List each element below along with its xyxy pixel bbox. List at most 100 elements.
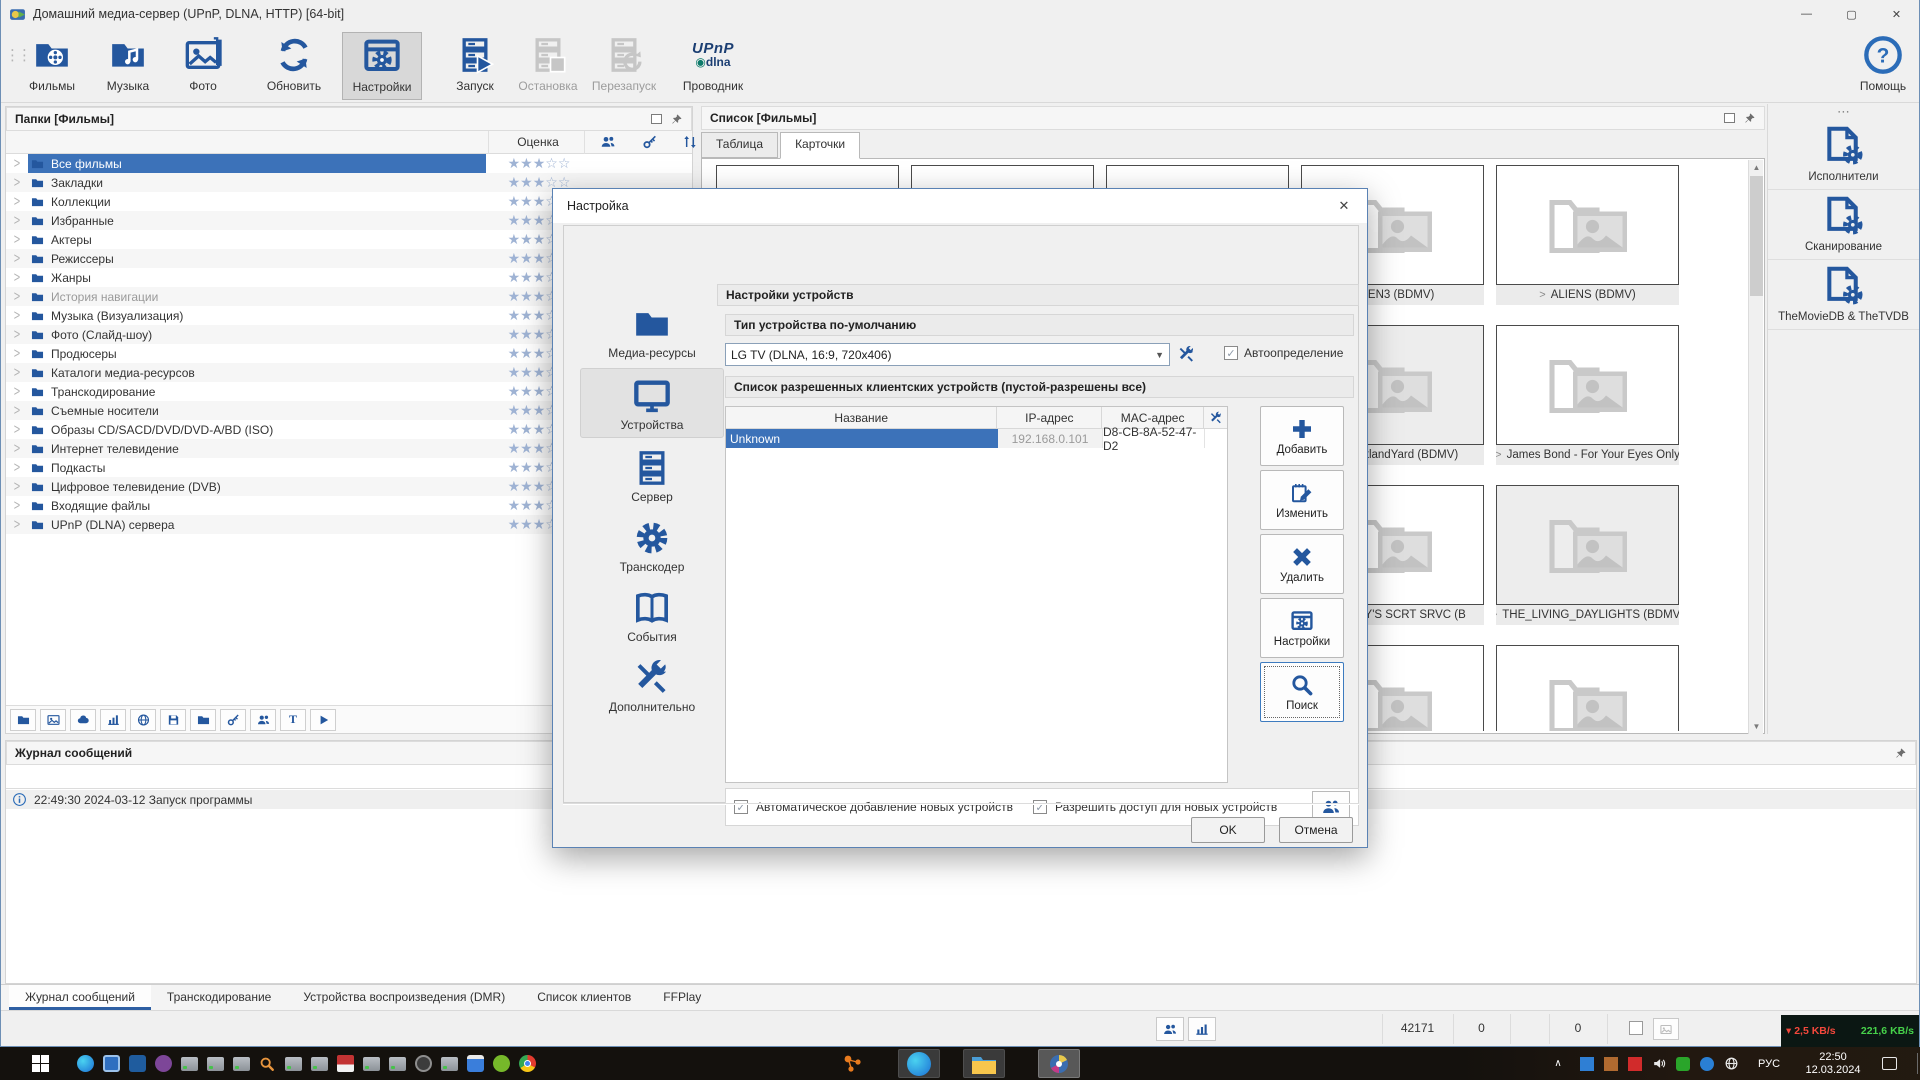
expand-chevron-icon[interactable]: >	[6, 308, 28, 324]
taskbar-hxd-icon[interactable]	[332, 1047, 358, 1080]
autodetect-checkbox-row[interactable]: ✓ Автоопределение	[1224, 346, 1343, 360]
column-tools-icon[interactable]	[1204, 407, 1227, 428]
expand-chevron-icon[interactable]: >	[6, 346, 28, 362]
clients-button[interactable]	[250, 709, 276, 731]
image-button[interactable]	[40, 709, 66, 731]
column-name[interactable]: Название	[726, 407, 997, 428]
rail-item-moviedb[interactable]: TheMovieDB & TheTVDB	[1768, 260, 1919, 330]
key-filter-icon[interactable]	[642, 134, 658, 150]
minimize-button[interactable]: —	[1784, 0, 1829, 28]
movie-card[interactable]: >	[1496, 645, 1679, 731]
rating-column-header[interactable]: Оценка	[498, 135, 578, 149]
toolbar-photo-button[interactable]: Фото	[163, 32, 243, 100]
scroll-up-icon[interactable]: ▲	[1749, 160, 1764, 175]
toolbar-help-button[interactable]: ? Помощь	[1843, 32, 1920, 100]
taskbar-drive-icon[interactable]	[384, 1047, 410, 1080]
taskbar-drive-icon[interactable]	[306, 1047, 332, 1080]
tab-cards[interactable]: Карточки	[780, 132, 860, 159]
pin-icon[interactable]	[1894, 747, 1907, 760]
taskbar-edge-icon[interactable]	[72, 1047, 98, 1080]
taskbar-monitor-icon[interactable]	[98, 1047, 124, 1080]
expand-chevron-icon[interactable]: >	[6, 384, 28, 400]
notification-center-icon[interactable]	[1876, 1047, 1902, 1080]
taskbar-drive-icon[interactable]	[176, 1047, 202, 1080]
bottom-tab[interactable]: Журнал сообщений	[9, 985, 151, 1010]
toolbar-explorer-button[interactable]: UPnP ◉dlna Проводник	[673, 32, 753, 100]
taskbar-chrome-icon[interactable]	[514, 1047, 540, 1080]
tab-table[interactable]: Таблица	[701, 132, 778, 158]
taskbar-calculator-icon[interactable]	[462, 1047, 488, 1080]
cancel-button[interactable]: Отмена	[1279, 817, 1353, 843]
expand-chevron-icon[interactable]: >	[6, 517, 28, 533]
toolbar-music-button[interactable]: Музыка	[88, 32, 168, 100]
taskbar-sphere-icon[interactable]	[410, 1047, 436, 1080]
expand-chevron-icon[interactable]: >	[6, 289, 28, 305]
taskbar-hms-active[interactable]	[1038, 1049, 1080, 1078]
taskbar-explorer-pinned[interactable]	[963, 1049, 1005, 1078]
taskbar-drive-icon[interactable]	[358, 1047, 384, 1080]
expand-chevron-icon[interactable]: >	[6, 403, 28, 419]
taskbar-drive-icon[interactable]	[280, 1047, 306, 1080]
expand-chevron-icon[interactable]: >	[6, 232, 28, 248]
start-button[interactable]	[22, 1047, 58, 1080]
allow-access-checkbox[interactable]: ✓	[1033, 800, 1047, 814]
taskbar-tor-icon[interactable]	[150, 1047, 176, 1080]
dialog-close-button[interactable]: ✕	[1329, 196, 1359, 216]
tray-icon-z[interactable]	[1696, 1047, 1718, 1080]
pin-icon[interactable]	[670, 113, 683, 126]
expand-chevron-icon[interactable]: >	[6, 327, 28, 343]
panel-float-button[interactable]	[1724, 113, 1735, 123]
taskbar-drive-icon[interactable]	[436, 1047, 462, 1080]
taskbar-rdp-icon[interactable]	[124, 1047, 150, 1080]
close-button[interactable]: ✕	[1874, 0, 1919, 28]
play-button[interactable]	[310, 709, 336, 731]
globe-button[interactable]	[130, 709, 156, 731]
taskbar-edge-pinned[interactable]	[898, 1049, 940, 1078]
folder-tree-row[interactable]: > Все фильмы ★★★☆☆	[6, 154, 692, 173]
chevron-down-icon[interactable]: ▼	[1155, 350, 1169, 360]
maximize-button[interactable]: ▢	[1829, 0, 1874, 28]
save-button[interactable]	[160, 709, 186, 731]
movie-card[interactable]: >ALIENS (BDMV)	[1496, 165, 1679, 307]
expand-chevron-icon[interactable]: >	[6, 270, 28, 286]
cloud-button[interactable]	[70, 709, 96, 731]
show-desktop-button[interactable]	[1917, 1053, 1918, 1074]
default-device-select[interactable]: LG TV (DLNA, 16:9, 720x406) ▼	[725, 343, 1170, 366]
nav-additional[interactable]: Дополнительно	[582, 658, 722, 714]
tray-icon-amber[interactable]	[1600, 1047, 1622, 1080]
expand-chevron-icon[interactable]: >	[6, 479, 28, 495]
auto-add-checkbox[interactable]: ✓	[734, 800, 748, 814]
rail-item-performers[interactable]: Исполнители	[1768, 120, 1919, 190]
nav-events[interactable]: События	[582, 588, 722, 644]
movie-card[interactable]: >James Bond - For Your Eyes Only	[1496, 325, 1679, 467]
movie-card[interactable]: >THE_LIVING_DAYLIGHTS (BDMV)	[1496, 485, 1679, 627]
status-checkbox[interactable]	[1629, 1021, 1643, 1035]
column-ip[interactable]: IP-адрес	[997, 407, 1102, 428]
toolbar-start-button[interactable]: Запуск	[435, 32, 515, 100]
toolbar-refresh-button[interactable]: Обновить	[254, 32, 334, 100]
tray-globe-icon[interactable]	[1720, 1047, 1742, 1080]
expand-chevron-icon[interactable]: >	[6, 251, 28, 267]
taskbar-molecule-icon[interactable]	[836, 1047, 870, 1080]
clients-filter-icon[interactable]: < use href="#i-people"/>	[600, 134, 616, 150]
tray-language[interactable]: РУС	[1752, 1047, 1786, 1080]
status-chart-button[interactable]	[1188, 1017, 1216, 1041]
device-settings-button[interactable]: Настройки	[1260, 598, 1344, 658]
open-folder-button[interactable]	[10, 709, 36, 731]
taskbar-utorrent-icon[interactable]	[488, 1047, 514, 1080]
scrollbar-thumb[interactable]	[1750, 176, 1763, 296]
tray-icon-blue[interactable]	[1576, 1047, 1598, 1080]
font-button[interactable]: T	[280, 709, 306, 731]
bottom-tab[interactable]: Устройства воспроизведения (DMR)	[287, 985, 521, 1010]
expand-chevron-icon[interactable]: >	[6, 498, 28, 514]
expand-chevron-icon[interactable]: >	[6, 441, 28, 457]
tray-icon-red[interactable]	[1624, 1047, 1646, 1080]
edit-device-button[interactable]: Изменить	[1260, 470, 1344, 530]
ok-button[interactable]: OK	[1191, 817, 1265, 843]
expand-chevron-icon[interactable]: >	[6, 156, 28, 172]
device-table-row[interactable]: Unknown 192.168.0.101 D8-CB-8A-52-47-D2	[726, 429, 1227, 448]
search-devices-button[interactable]: Поиск	[1260, 662, 1344, 722]
card-chevron-icon[interactable]: >	[1539, 289, 1545, 301]
delete-device-button[interactable]: Удалить	[1260, 534, 1344, 594]
taskbar-search-icon[interactable]	[254, 1047, 280, 1080]
